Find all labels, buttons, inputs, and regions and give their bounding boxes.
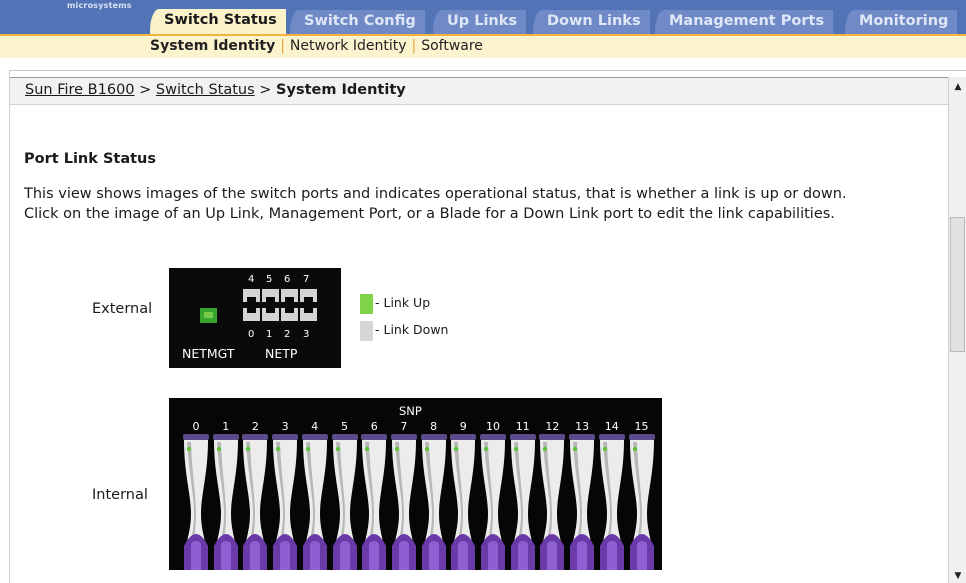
blade-slot-number: 5: [341, 420, 348, 433]
blade-slot-number: 11: [515, 420, 530, 433]
blade-slot-number: 3: [281, 420, 289, 433]
breadcrumb-separator: >: [259, 82, 272, 98]
subnav-software[interactable]: Software: [421, 38, 483, 54]
blade-slot-number: 1: [222, 420, 230, 433]
blade-slot-number: 0: [192, 420, 200, 433]
blade-slot-number: 8: [430, 420, 438, 433]
blade-slot-14[interactable]: [598, 434, 626, 570]
scroll-thumb[interactable]: [950, 217, 965, 352]
snp-title: SNP: [399, 404, 422, 418]
blade-slot-number: 15: [634, 420, 649, 433]
legend-link-down-swatch: [360, 321, 373, 341]
blade-slot-2[interactable]: [241, 434, 269, 570]
legend-link-up-label: - Link Up: [375, 295, 431, 310]
blade-slot-4[interactable]: [301, 434, 329, 570]
netp-port-5[interactable]: [262, 289, 279, 302]
internal-blades-panel: SNP 0 1 2 3 4 5 6 7 8 9 10 11 12 13 14 15: [169, 398, 662, 570]
port-number-label: 3: [303, 329, 310, 340]
subnav-separator: |: [411, 38, 417, 54]
tab-management-ports[interactable]: Management Ports: [655, 10, 834, 35]
blade-slot-10[interactable]: [479, 434, 507, 570]
breadcrumb-current: System Identity: [276, 82, 406, 98]
sub-navigation-items: System Identity | Network Identity | Softwar…: [150, 38, 483, 54]
netp-port-0[interactable]: [243, 308, 260, 321]
subnav-system-identity[interactable]: System Identity: [150, 38, 275, 54]
scroll-up-arrow-icon[interactable]: ▲: [951, 79, 965, 95]
blade-slot-number: 4: [311, 420, 319, 433]
blade-slot-11[interactable]: [509, 434, 537, 570]
netp-port-3[interactable]: [300, 308, 317, 321]
subnav-separator: |: [280, 38, 285, 54]
port-number-label: 4: [248, 274, 255, 285]
blade-slot-number: 2: [251, 420, 259, 433]
netp-port-2[interactable]: [281, 308, 298, 321]
brand-logo-text: microsystems: [67, 1, 132, 10]
tab-switch-config[interactable]: Switch Config: [290, 10, 425, 35]
legend-link-down-label: - Link Down: [375, 322, 449, 337]
port-number-label: 2: [284, 329, 291, 340]
breadcrumb-link-sun-fire[interactable]: Sun Fire B1600: [25, 82, 135, 98]
blade-slot-9[interactable]: [449, 434, 477, 570]
blade-slot-7[interactable]: [390, 434, 418, 570]
external-label: External: [92, 301, 153, 317]
blade-slot-3[interactable]: [271, 434, 299, 570]
description-line-2: Click on the image of an Up Link, Manage…: [24, 206, 835, 222]
description-line-1: This view shows images of the switch por…: [24, 186, 847, 202]
legend-link-up-swatch: [360, 294, 373, 314]
port-number-label: 7: [303, 274, 310, 285]
blade-slot-number: 10: [486, 420, 500, 433]
tab-switch-status[interactable]: Switch Status: [150, 9, 286, 36]
netp-port-1[interactable]: [262, 308, 279, 321]
sub-navigation: System Identity | Network Identity | Softwar…: [0, 36, 966, 58]
scroll-down-arrow-icon[interactable]: ▼: [951, 568, 965, 583]
port-number-label: 5: [266, 274, 273, 285]
blade-slot-8[interactable]: [420, 434, 448, 570]
top-navigation-bar: microsystems Switch Status Switch Config…: [0, 0, 966, 36]
port-number-label: 6: [284, 274, 291, 285]
netp-port-7[interactable]: [300, 289, 317, 302]
netmgt-port[interactable]: [200, 308, 217, 323]
internal-label: Internal: [92, 487, 148, 503]
vertical-scrollbar[interactable]: ▲ ▼: [948, 77, 966, 583]
port-number-label: 1: [266, 329, 273, 340]
netp-label: NETP: [265, 346, 298, 361]
netmgt-label: NETMGT: [182, 346, 235, 361]
blade-slot-number: 13: [575, 420, 590, 433]
content-frame: Sun Fire B1600 > Switch Status > System …: [9, 70, 966, 583]
breadcrumb-link-switch-status[interactable]: Switch Status: [156, 82, 255, 98]
port-number-label: 0: [248, 329, 255, 340]
netp-port-6[interactable]: [281, 289, 298, 302]
breadcrumb: Sun Fire B1600 > Switch Status > System …: [10, 77, 948, 105]
blade-slot-6[interactable]: [360, 434, 388, 570]
blade-slot-number: 7: [400, 420, 408, 433]
blade-slot-number: 14: [604, 420, 619, 433]
blade-slot-13[interactable]: [568, 434, 596, 570]
subnav-network-identity[interactable]: Network Identity: [290, 38, 407, 54]
external-ports-panel: 4 5 6 7 0 1 2 3 NETMGT NETP: [169, 268, 341, 368]
blade-slot-number: 9: [459, 420, 467, 433]
blade-slot-5[interactable]: [331, 434, 359, 570]
blade-slot-0[interactable]: [182, 434, 210, 570]
page-description: This view shows images of the switch por…: [24, 184, 934, 224]
blade-slot-15[interactable]: [628, 434, 656, 570]
blade-slot-1[interactable]: [212, 434, 240, 570]
page-heading: Port Link Status: [24, 151, 156, 167]
blade-slot-number: 6: [370, 420, 378, 433]
breadcrumb-separator: >: [139, 82, 152, 98]
tab-down-links[interactable]: Down Links: [533, 10, 650, 35]
tab-up-links[interactable]: Up Links: [433, 10, 527, 35]
blade-slot-number: 12: [545, 420, 560, 433]
tab-monitoring[interactable]: Monitoring: [845, 10, 958, 35]
blade-slot-12[interactable]: [538, 434, 566, 570]
netp-port-4[interactable]: [243, 289, 260, 302]
